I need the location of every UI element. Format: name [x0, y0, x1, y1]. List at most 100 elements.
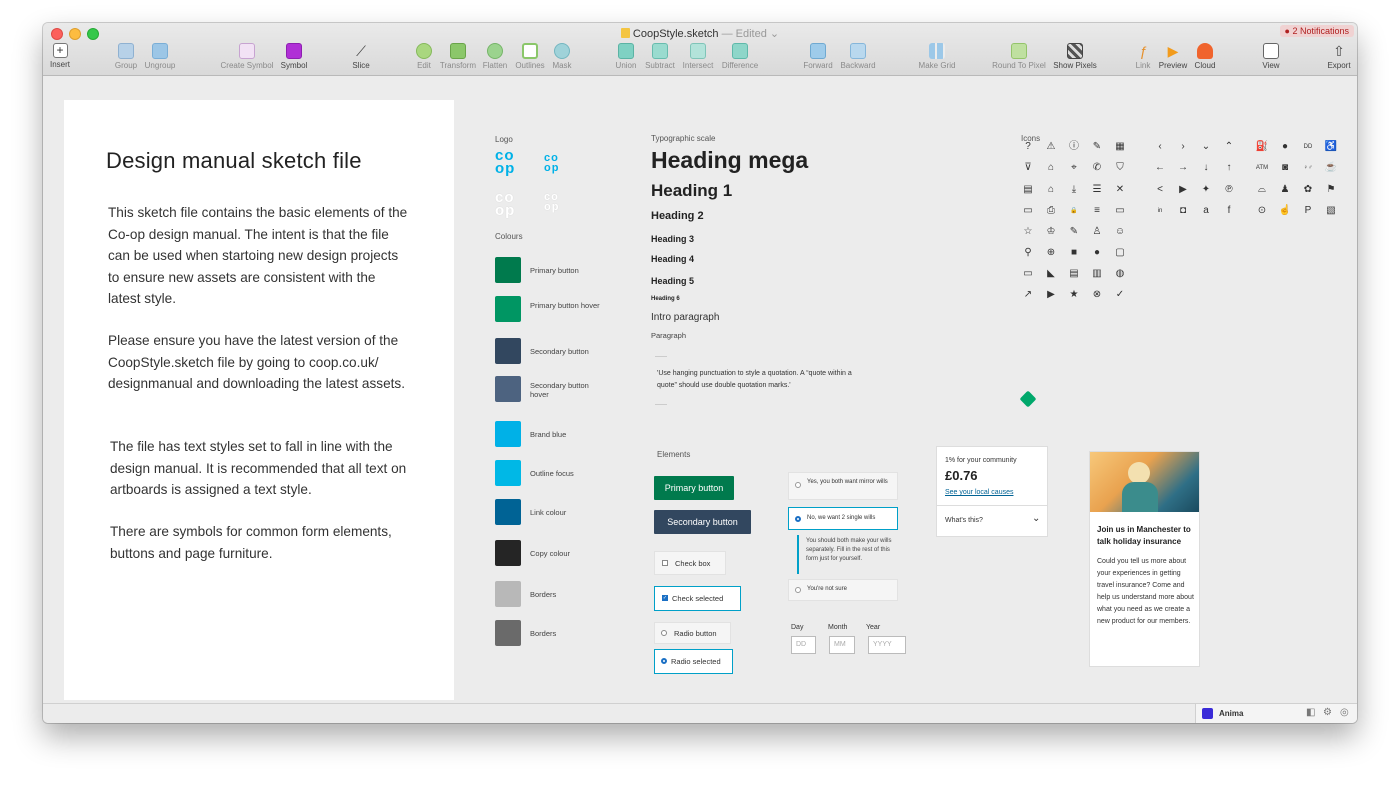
- camera-icon[interactable]: ◙: [1278, 162, 1292, 174]
- grid-icon[interactable]: ▦: [1113, 141, 1127, 153]
- primary-button-sample[interactable]: Primary button: [654, 476, 734, 500]
- canvas[interactable]: Design manual sketch file This sketch fi…: [43, 77, 1357, 703]
- radio-option-not-sure[interactable]: You're not sure: [788, 579, 898, 601]
- bubble-icon[interactable]: ▢: [1113, 247, 1127, 259]
- chevron-down-icon[interactable]: ⌄: [1032, 513, 1040, 524]
- coffee-icon[interactable]: ☕: [1324, 162, 1338, 174]
- amazon-icon[interactable]: a: [1199, 205, 1213, 217]
- heading-1-sample[interactable]: Heading 1: [651, 181, 732, 201]
- edit-button[interactable]: Edit: [413, 43, 435, 73]
- arrow-right-icon[interactable]: →: [1176, 162, 1190, 174]
- intro-paragraph-sample[interactable]: Intro paragraph: [651, 312, 719, 323]
- star-icon[interactable]: ★: [1067, 289, 1081, 301]
- union-button[interactable]: Union: [613, 43, 639, 73]
- colour-swatch[interactable]: [495, 499, 521, 525]
- local-causes-link[interactable]: See your local causes: [945, 489, 1013, 496]
- mask-button[interactable]: Mask: [550, 43, 574, 73]
- chevron-right-icon[interactable]: ›: [1176, 141, 1190, 153]
- slice-button[interactable]: ⟋ Slice: [348, 43, 374, 73]
- chevron-down-icon[interactable]: ⌄: [770, 28, 779, 40]
- share-icon[interactable]: <: [1153, 184, 1167, 196]
- facebook-icon[interactable]: f: [1222, 205, 1236, 217]
- colour-swatch[interactable]: [495, 460, 521, 486]
- external-link-icon[interactable]: ↗: [1021, 289, 1035, 301]
- cloud-button[interactable]: Cloud: [1192, 43, 1218, 73]
- heading-mega-sample[interactable]: Heading mega: [651, 147, 808, 174]
- card-icon[interactable]: ▭: [1021, 205, 1035, 217]
- shield-icon[interactable]: ⛉: [1113, 162, 1127, 174]
- accessible-icon[interactable]: ♿: [1324, 141, 1338, 153]
- star-outline-icon[interactable]: ☆: [1021, 226, 1035, 238]
- coop-logo-white-large[interactable]: co op: [495, 190, 523, 218]
- radio-selected-sample[interactable]: Radio selected: [654, 649, 733, 674]
- linkedin-icon[interactable]: in: [1153, 205, 1167, 217]
- direction-sign-icon[interactable]: [1019, 390, 1037, 408]
- colour-swatch[interactable]: [495, 581, 521, 607]
- group-button[interactable]: Group: [113, 43, 139, 73]
- colour-swatch[interactable]: [495, 257, 521, 283]
- search-icon[interactable]: ⚲: [1021, 247, 1035, 259]
- view-button[interactable]: View: [1259, 43, 1283, 73]
- toilets-icon[interactable]: ♀♂: [1301, 162, 1315, 174]
- trophy-icon[interactable]: ♔: [1044, 226, 1058, 238]
- colour-swatch[interactable]: [495, 296, 521, 322]
- year-input[interactable]: YYYY: [868, 636, 906, 654]
- location-pin-icon[interactable]: ⌖: [1067, 162, 1081, 174]
- subtract-button[interactable]: Subtract: [643, 43, 677, 73]
- person-icon[interactable]: ♟: [1278, 184, 1292, 196]
- chevron-down-icon[interactable]: ⌄: [1199, 141, 1213, 153]
- atm-icon[interactable]: ATM: [1255, 162, 1269, 174]
- radio-option-mirror-wills[interactable]: Yes, you both want mirror wills: [788, 472, 898, 500]
- close-icon[interactable]: ✕: [1113, 184, 1127, 196]
- intersect-button[interactable]: Intersect: [680, 43, 716, 73]
- intro-artboard[interactable]: Design manual sketch file This sketch fi…: [64, 100, 454, 700]
- outlines-button[interactable]: Outlines: [513, 43, 547, 73]
- paragraph-sample[interactable]: Paragraph: [651, 331, 686, 340]
- basket-icon[interactable]: ⌂: [1044, 184, 1058, 196]
- flag-icon[interactable]: ⚑: [1324, 184, 1338, 196]
- heading-2-sample[interactable]: Heading 2: [651, 210, 704, 222]
- play-icon[interactable]: ▶: [1044, 289, 1058, 301]
- folder-icon[interactable]: ▭: [1113, 205, 1127, 217]
- ungroup-button[interactable]: Ungroup: [143, 43, 177, 73]
- chat-icon[interactable]: ●: [1090, 247, 1104, 259]
- coop-logo-small[interactable]: co op: [544, 153, 566, 174]
- heading-3-sample[interactable]: Heading 3: [651, 234, 694, 244]
- check-selected-sample[interactable]: ✓ Check selected: [654, 586, 741, 611]
- parking-icon[interactable]: P: [1301, 205, 1315, 217]
- fuel-icon[interactable]: ⛽: [1255, 141, 1269, 153]
- colour-swatch[interactable]: [495, 338, 521, 364]
- lock-icon[interactable]: 🔒: [1067, 205, 1081, 217]
- home-icon[interactable]: ⌂: [1044, 162, 1058, 174]
- forward-button[interactable]: Forward: [801, 43, 835, 73]
- backward-button[interactable]: Backward: [838, 43, 878, 73]
- round-to-pixel-button[interactable]: Round To Pixel: [991, 43, 1047, 73]
- gear-icon[interactable]: ⚙: [1323, 707, 1332, 718]
- dd-icon[interactable]: DD: [1301, 141, 1315, 153]
- document-icon[interactable]: ▤: [1067, 268, 1081, 280]
- pencil-icon[interactable]: ✎: [1090, 141, 1104, 153]
- colour-swatch[interactable]: [495, 540, 521, 566]
- flatten-button[interactable]: Flatten: [481, 43, 509, 73]
- radio-option-single-wills[interactable]: No, we want 2 single wills: [788, 507, 898, 530]
- create-symbol-button[interactable]: Create Symbol: [219, 43, 275, 73]
- community-card[interactable]: 1% for your community £0.76 See your loc…: [936, 446, 1048, 537]
- arrow-up-icon[interactable]: ↑: [1222, 162, 1236, 174]
- heading-6-sample[interactable]: Heading 6: [651, 296, 680, 302]
- twitter-icon[interactable]: ✦: [1199, 184, 1213, 196]
- heading-5-sample[interactable]: Heading 5: [651, 276, 694, 286]
- arrow-down-icon[interactable]: ↓: [1199, 162, 1213, 174]
- coop-logo-large[interactable]: co op: [495, 148, 523, 176]
- info-icon[interactable]: ⓘ: [1067, 141, 1081, 153]
- smile-icon[interactable]: ☺: [1113, 226, 1127, 238]
- link-button[interactable]: ƒ Link: [1132, 43, 1154, 73]
- globe-icon[interactable]: ◍: [1113, 268, 1127, 280]
- colour-swatch[interactable]: [495, 376, 521, 402]
- pinterest-icon[interactable]: ℗: [1222, 184, 1236, 196]
- secondary-button-sample[interactable]: Secondary button: [654, 510, 751, 534]
- edit-doc-icon[interactable]: ✎: [1067, 226, 1081, 238]
- colour-swatch[interactable]: [495, 421, 521, 447]
- print-icon[interactable]: ⎙: [1044, 205, 1058, 217]
- apps-icon[interactable]: ■: [1067, 247, 1081, 259]
- check-circle-icon[interactable]: ✓: [1113, 289, 1127, 301]
